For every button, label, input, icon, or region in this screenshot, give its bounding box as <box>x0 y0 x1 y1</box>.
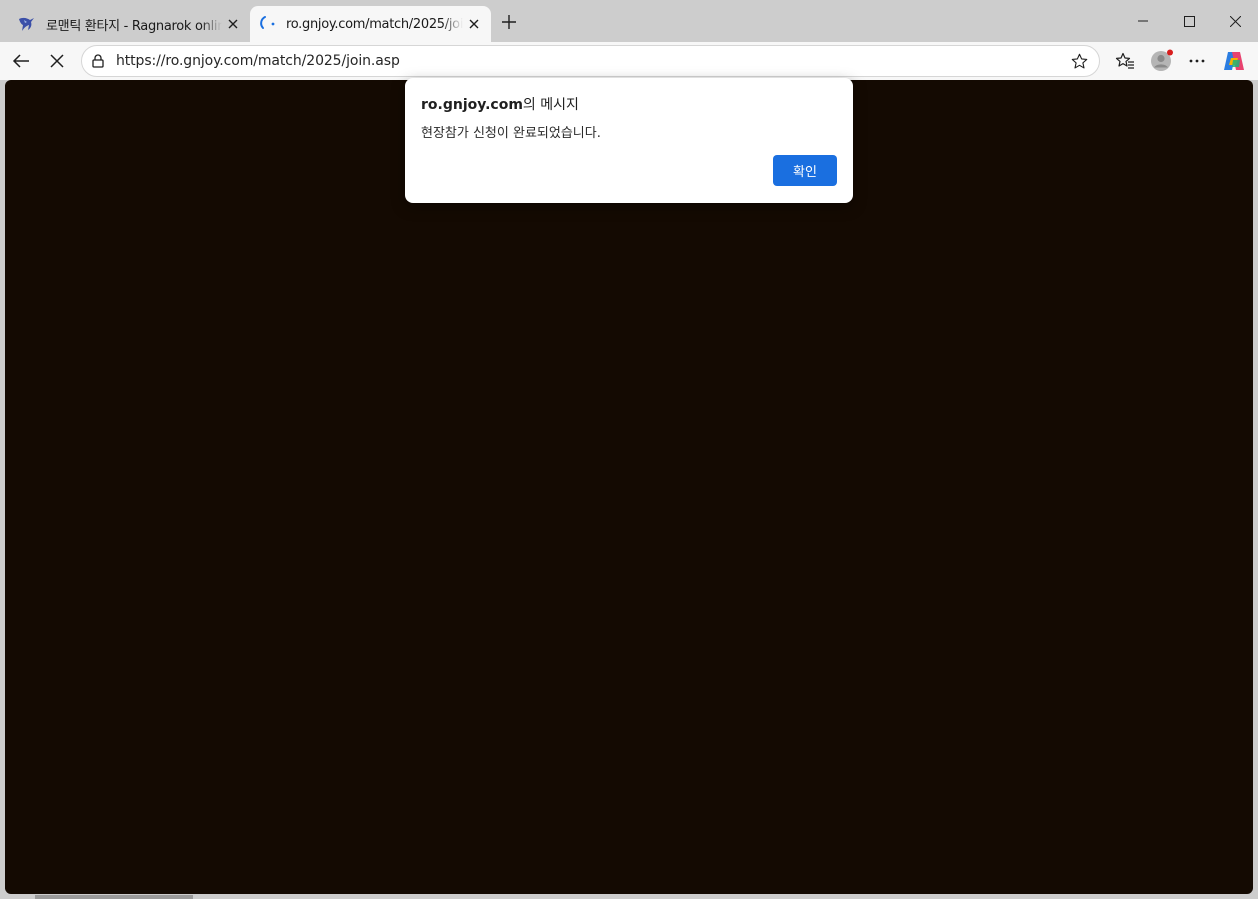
dialog-message: 현장참가 신청이 완료되었습니다. <box>421 126 601 141</box>
copilot-button[interactable] <box>1218 45 1250 77</box>
tab-title: ro.gnjoy.com/match/2025/join.asp <box>286 16 463 32</box>
ragnarok-logo-icon <box>18 15 36 33</box>
window-controls <box>1120 0 1258 42</box>
more-dots-icon <box>1189 59 1205 63</box>
new-tab-button[interactable] <box>496 9 522 35</box>
favorites-button[interactable] <box>1109 45 1141 77</box>
browser-toolbar: https://ro.gnjoy.com/match/2025/join.asp <box>0 42 1258 80</box>
stop-loading-icon <box>50 54 64 68</box>
favorites-list-icon <box>1115 52 1134 69</box>
tab-title: 로맨틱 환타지 - Ragnarok online <box>46 18 222 34</box>
dialog-title-suffix: 의 메시지 <box>522 97 579 113</box>
dialog-title: ro.gnjoy.com의 메시지 <box>421 94 579 114</box>
settings-menu-button[interactable] <box>1181 45 1213 77</box>
close-icon <box>1229 15 1241 27</box>
ok-button[interactable]: 확인 <box>773 155 837 186</box>
minimize-icon <box>1138 20 1148 22</box>
tab-close-icon[interactable] <box>222 13 244 35</box>
lock-icon[interactable] <box>90 53 106 69</box>
horizontal-scrollbar[interactable] <box>35 895 193 899</box>
tab-close-icon[interactable] <box>463 13 485 35</box>
close-window-button[interactable] <box>1212 0 1258 42</box>
address-bar[interactable]: https://ro.gnjoy.com/match/2025/join.asp <box>81 45 1100 77</box>
dialog-title-host: ro.gnjoy.com <box>421 97 523 113</box>
stop-loading-button[interactable] <box>41 45 73 77</box>
profile-avatar-icon <box>1151 49 1173 71</box>
plus-icon <box>502 15 516 29</box>
back-button[interactable] <box>5 45 37 77</box>
tab-ragnarok-home[interactable]: 로맨틱 환타지 - Ragnarok online <box>10 6 250 42</box>
url-text[interactable]: https://ro.gnjoy.com/match/2025/join.asp <box>116 53 1067 69</box>
profile-button[interactable] <box>1145 45 1177 77</box>
maximize-button[interactable] <box>1166 0 1212 42</box>
star-icon[interactable] <box>1067 49 1091 73</box>
minimize-button[interactable] <box>1120 0 1166 42</box>
browser-window: 로맨틱 환타지 - Ragnarok online ro.gnjoy.com/m… <box>0 0 1258 899</box>
copilot-icon <box>1224 52 1244 70</box>
tab-strip: 로맨틱 환타지 - Ragnarok online ro.gnjoy.com/m… <box>0 0 1258 42</box>
tab-join-page[interactable]: ro.gnjoy.com/match/2025/join.asp <box>250 6 491 42</box>
loading-spinner-icon <box>258 15 276 33</box>
back-arrow-icon <box>12 54 29 68</box>
maximize-icon <box>1183 15 1195 27</box>
alert-dialog: ro.gnjoy.com의 메시지 현장참가 신청이 완료되었습니다. 확인 <box>405 78 853 203</box>
